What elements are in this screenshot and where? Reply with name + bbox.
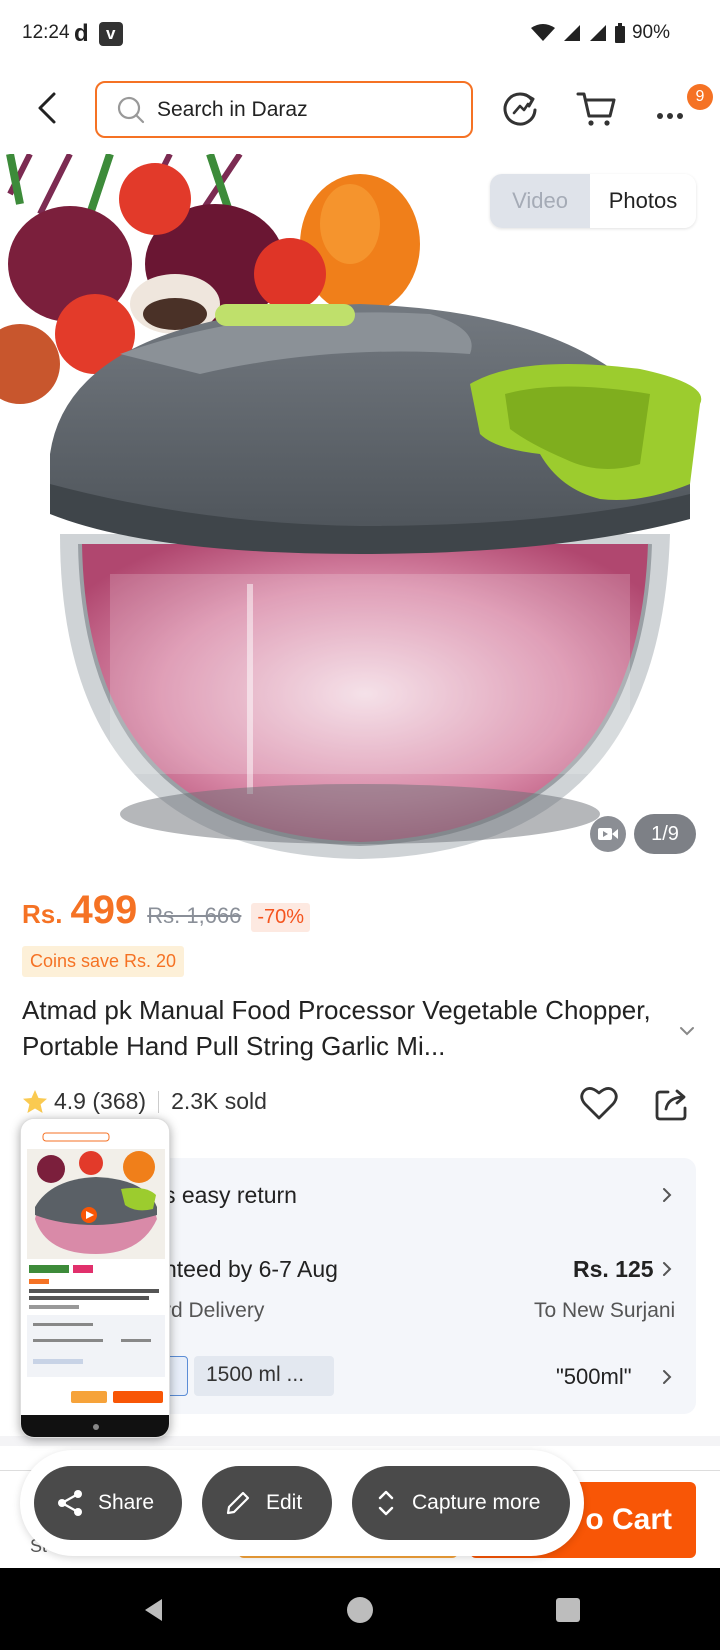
- status-time: 12:24: [22, 22, 70, 43]
- screenshot-actions: Share Edit Capture more: [20, 1450, 584, 1556]
- recents-nav-icon[interactable]: [554, 1596, 582, 1624]
- edit-button[interactable]: Edit: [202, 1466, 332, 1540]
- product-title: Atmad pk Manual Food Processor Vegetable…: [22, 995, 651, 1061]
- cart-icon[interactable]: [574, 86, 618, 130]
- rating-row[interactable]: 4.9 (368) 2.3K sold: [22, 1088, 267, 1115]
- original-price: Rs. 1,666: [147, 903, 242, 928]
- share-nodes-icon: [58, 1490, 82, 1516]
- status-bar: 12:24 d v 90%: [0, 0, 720, 72]
- status-notification-icons: d v: [74, 22, 123, 46]
- product-image: [0, 154, 702, 859]
- search-input[interactable]: [157, 97, 437, 122]
- sold-count: 2.3K sold: [171, 1088, 267, 1114]
- return-policy-text[interactable]: s easy return: [164, 1182, 297, 1209]
- variant-chip[interactable]: 1500 ml ...: [194, 1356, 334, 1396]
- divider: [158, 1090, 160, 1113]
- coins-tag: Coins save Rs. 20: [22, 946, 185, 977]
- expand-vertical-icon: [378, 1490, 394, 1516]
- chevron-right-icon[interactable]: [658, 1186, 676, 1204]
- rating-value: 4.9 (368): [54, 1088, 147, 1114]
- back-nav-icon[interactable]: [140, 1596, 168, 1624]
- back-arrow-icon[interactable]: [30, 90, 66, 126]
- chevron-right-icon[interactable]: [658, 1260, 676, 1278]
- search-bar[interactable]: [95, 81, 473, 138]
- delivery-fee: Rs. 125: [573, 1256, 654, 1282]
- price-row: Rs. 499 Rs. 1,666 -70%: [22, 888, 311, 933]
- wifi-icon: [530, 24, 555, 41]
- delivery-type: rd Delivery: [164, 1299, 265, 1322]
- history-icon[interactable]: [498, 86, 542, 130]
- chevron-down-icon[interactable]: [676, 1020, 698, 1042]
- status-system-icons: 90%: [530, 22, 670, 44]
- signal-icon-2: [589, 25, 606, 41]
- share-label: Share: [98, 1491, 155, 1514]
- capture-more-button[interactable]: Capture more: [352, 1466, 570, 1540]
- thumbnail-preview: [21, 1119, 169, 1437]
- search-icon: [117, 96, 145, 123]
- price-currency: Rs.: [22, 899, 63, 929]
- price-value: 499: [70, 888, 138, 932]
- home-nav-icon[interactable]: [346, 1596, 374, 1624]
- signal-icon: [563, 25, 580, 41]
- battery-percent: 90%: [631, 22, 670, 43]
- capture-more-label: Capture more: [412, 1491, 541, 1514]
- screenshot-thumbnail[interactable]: [20, 1118, 170, 1438]
- pencil-icon: [226, 1491, 250, 1515]
- heart-icon[interactable]: [578, 1082, 620, 1124]
- photos-tab[interactable]: Photos: [590, 174, 696, 228]
- top-header: 9: [0, 72, 720, 150]
- edit-label: Edit: [266, 1491, 303, 1514]
- battery-icon: [614, 23, 625, 43]
- v-app-icon: v: [98, 22, 123, 46]
- image-index: 1/9: [634, 814, 696, 854]
- chevron-right-icon[interactable]: [658, 1368, 676, 1386]
- star-icon: [23, 1089, 47, 1113]
- d-app-icon: d: [74, 20, 89, 47]
- delivery-guarantee-text[interactable]: nteed by 6-7 Aug: [164, 1256, 338, 1283]
- share-icon[interactable]: [652, 1084, 692, 1124]
- image-counter: 1/9: [590, 814, 696, 854]
- discount-badge: -70%: [251, 903, 311, 932]
- delivery-location: To New Surjani: [534, 1299, 676, 1322]
- media-toggle: Video Photos: [490, 174, 696, 228]
- video-tab[interactable]: Video: [490, 174, 590, 228]
- system-nav-bar: [0, 1568, 720, 1650]
- cart-count-badge: 9: [687, 84, 713, 110]
- selected-variant: "500ml": [556, 1364, 632, 1389]
- product-image-gallery[interactable]: Video Photos 1/9: [0, 154, 720, 874]
- video-camera-icon[interactable]: [590, 816, 626, 852]
- share-button[interactable]: Share: [34, 1466, 182, 1540]
